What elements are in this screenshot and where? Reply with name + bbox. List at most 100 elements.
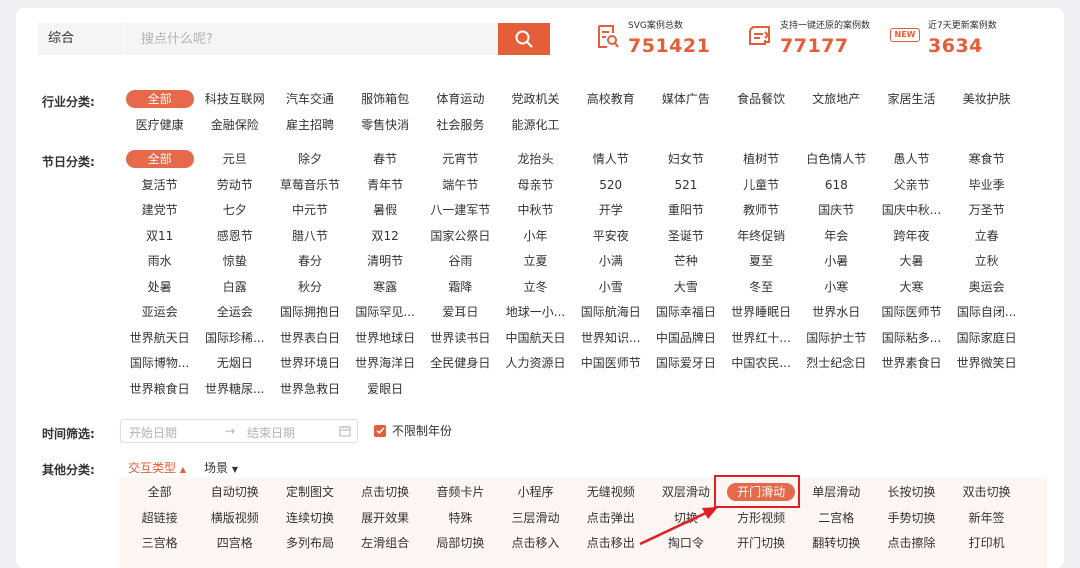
festival-tag[interactable]: 世界素食日 [874,351,949,377]
festival-tag[interactable]: 跨年夜 [874,224,949,250]
festival-tag[interactable]: 小暑 [799,249,874,275]
festival-tag[interactable]: 618 [799,173,874,199]
festival-tag[interactable]: 大暑 [874,249,949,275]
festival-tag[interactable]: 世界航天日 [122,326,197,352]
industry-tag[interactable]: 食品餐饮 [724,87,799,113]
festival-tag[interactable]: 世界知识... [573,326,648,352]
festival-tag[interactable]: 奥运会 [949,275,1024,301]
interaction-tag[interactable]: 三宫格 [122,531,197,557]
festival-tag[interactable]: 腊八节 [272,224,347,250]
festival-tag[interactable]: 国际医师节 [874,300,949,326]
festival-tag[interactable]: 母亲节 [498,173,573,199]
festival-tag[interactable]: 国际拥抱日 [272,300,347,326]
interaction-tag[interactable]: 音频卡片 [423,480,498,506]
festival-tag[interactable]: 大雪 [648,275,723,301]
festival-tag[interactable]: 寒食节 [949,147,1024,173]
interaction-tag[interactable]: 超链接 [122,506,197,532]
end-date-input[interactable]: 结束日期 [247,424,295,441]
industry-tag[interactable]: 服饰箱包 [348,87,423,113]
festival-tag[interactable]: 中国医师节 [573,351,648,377]
interaction-tag[interactable]: 全部 [122,480,197,506]
search-category-select[interactable]: 综合 [38,23,124,55]
festival-tag[interactable]: 世界红十... [724,326,799,352]
interaction-tag[interactable]: 多列布局 [272,531,347,557]
industry-tag[interactable]: 高校教育 [573,87,648,113]
festival-tag[interactable]: 全民健身日 [423,351,498,377]
festival-tag[interactable]: 地球一小... [498,300,573,326]
festival-tag[interactable]: 世界急救日 [272,377,347,403]
festival-tag[interactable]: 世界海洋日 [348,351,423,377]
industry-tag[interactable]: 全部 [122,87,197,113]
festival-tag[interactable]: 国际航海日 [573,300,648,326]
festival-tag[interactable]: 小寒 [799,275,874,301]
festival-tag[interactable]: 植树节 [724,147,799,173]
festival-tag[interactable]: 毕业季 [949,173,1024,199]
festival-tag[interactable]: 父亲节 [874,173,949,199]
festival-tag[interactable]: 愚人节 [874,147,949,173]
industry-tag[interactable]: 党政机关 [498,87,573,113]
festival-tag[interactable]: 元宵节 [423,147,498,173]
interaction-tag[interactable]: 点击切换 [348,480,423,506]
festival-tag[interactable]: 七夕 [197,198,272,224]
festival-tag[interactable]: 国庆节 [799,198,874,224]
festival-tag[interactable]: 国庆中秋... [874,198,949,224]
festival-tag[interactable]: 年会 [799,224,874,250]
interaction-tag[interactable]: 方形视频 [724,506,799,532]
festival-tag[interactable]: 惊蛰 [197,249,272,275]
festival-tag[interactable]: 白露 [197,275,272,301]
festival-tag[interactable]: 国际博物... [122,351,197,377]
festival-tag[interactable]: 中秋节 [498,198,573,224]
festival-tag[interactable]: 儿童节 [724,173,799,199]
festival-tag[interactable]: 双12 [348,224,423,250]
interaction-tag[interactable]: 点击擦除 [874,531,949,557]
festival-tag[interactable]: 谷雨 [423,249,498,275]
interaction-tag[interactable]: 长按切换 [874,480,949,506]
festival-tag[interactable]: 世界睡眠日 [724,300,799,326]
industry-tag[interactable]: 零售快消 [348,113,423,139]
festival-tag[interactable]: 端午节 [423,173,498,199]
interaction-tag[interactable]: 局部切换 [423,531,498,557]
industry-tag[interactable]: 医疗健康 [122,113,197,139]
search-button[interactable] [498,23,550,55]
interaction-tag[interactable]: 展开效果 [348,506,423,532]
festival-tag[interactable]: 小满 [573,249,648,275]
festival-tag[interactable]: 世界读书日 [423,326,498,352]
festival-tag[interactable]: 复活节 [122,173,197,199]
industry-tag[interactable]: 美妆护肤 [949,87,1024,113]
festival-tag[interactable]: 立夏 [498,249,573,275]
festival-tag[interactable]: 雨水 [122,249,197,275]
festival-tag[interactable]: 建党节 [122,198,197,224]
festival-tag[interactable]: 春节 [348,147,423,173]
festival-tag[interactable]: 八一建军节 [423,198,498,224]
festival-tag[interactable]: 妇女节 [648,147,723,173]
industry-tag[interactable]: 体育运动 [423,87,498,113]
interaction-tag[interactable]: 三层滑动 [498,506,573,532]
festival-tag[interactable]: 寒露 [348,275,423,301]
interaction-tag[interactable]: 新年签 [949,506,1024,532]
interaction-type-dropdown[interactable]: 交互类型 ▲ [128,459,186,476]
festival-tag[interactable]: 劳动节 [197,173,272,199]
festival-tag[interactable]: 国际罕见... [348,300,423,326]
festival-tag[interactable]: 无烟日 [197,351,272,377]
industry-tag[interactable]: 媒体广告 [648,87,723,113]
unlimited-year-checkbox[interactable]: 不限制年份 [374,422,452,439]
festival-tag[interactable]: 龙抬头 [498,147,573,173]
festival-tag[interactable]: 520 [573,173,648,199]
festival-tag[interactable]: 双11 [122,224,197,250]
festival-tag[interactable]: 烈士纪念日 [799,351,874,377]
festival-tag[interactable]: 情人节 [573,147,648,173]
festival-tag[interactable]: 立冬 [498,275,573,301]
festival-tag[interactable]: 世界粮食日 [122,377,197,403]
festival-tag[interactable]: 全部 [122,147,197,173]
festival-tag[interactable]: 大寒 [874,275,949,301]
interaction-tag[interactable]: 定制图文 [272,480,347,506]
festival-tag[interactable]: 立春 [949,224,1024,250]
interaction-tag[interactable]: 连续切换 [272,506,347,532]
festival-tag[interactable]: 国际幸福日 [648,300,723,326]
festival-tag[interactable]: 人力资源日 [498,351,573,377]
festival-tag[interactable]: 霜降 [423,275,498,301]
festival-tag[interactable]: 小雪 [573,275,648,301]
interaction-tag[interactable]: 手势切换 [874,506,949,532]
festival-tag[interactable]: 爱耳日 [423,300,498,326]
interaction-tag[interactable]: 特殊 [423,506,498,532]
